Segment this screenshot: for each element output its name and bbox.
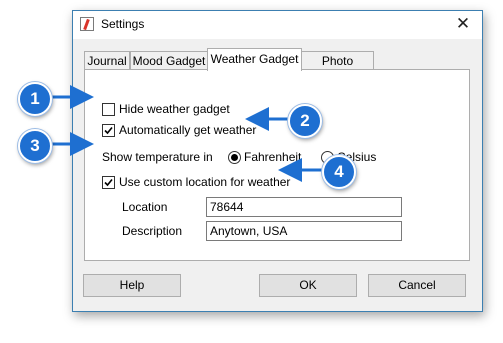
callout-badge-2: 2 [288, 104, 322, 138]
callout-badge-3: 3 [18, 129, 52, 163]
callout-badge-1: 1 [18, 82, 52, 116]
callout-arrows [52, 85, 323, 182]
callout-badge-4: 4 [322, 155, 356, 189]
